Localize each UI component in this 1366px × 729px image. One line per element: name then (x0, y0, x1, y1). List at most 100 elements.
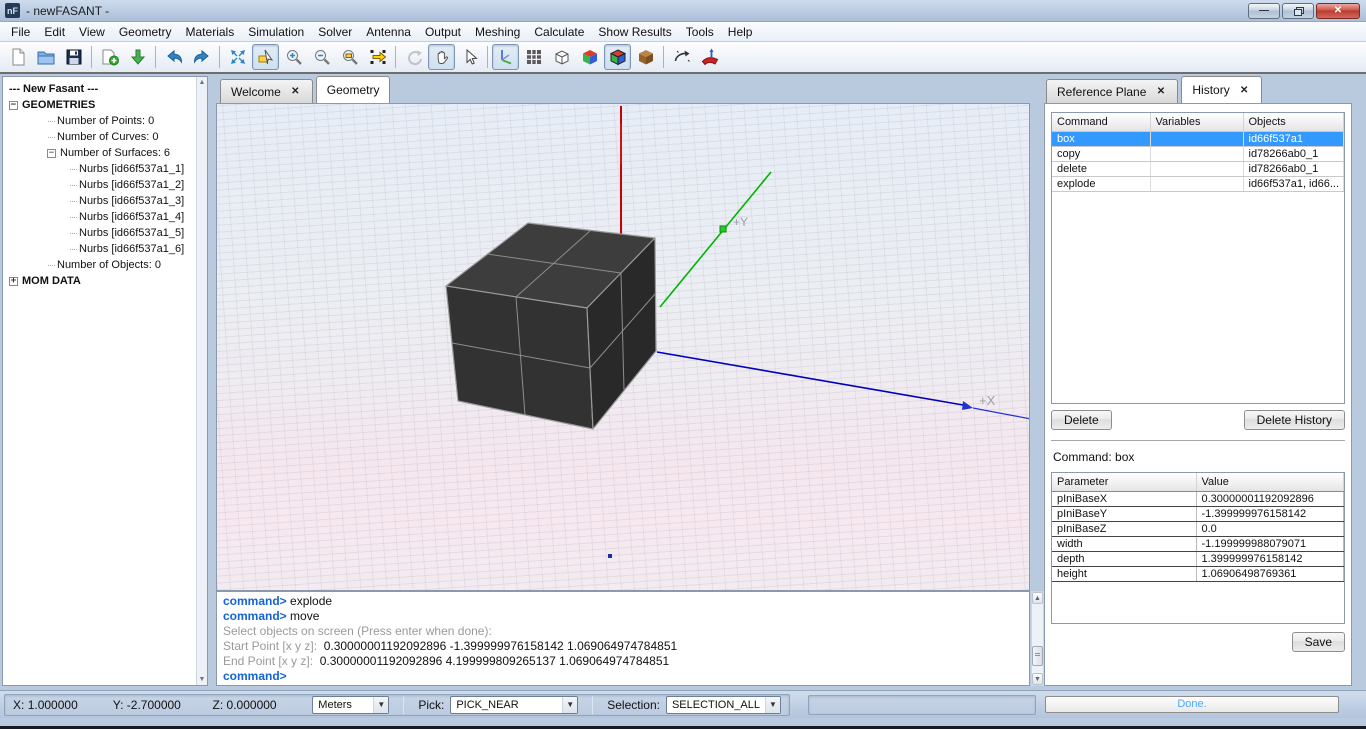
zoom-in-icon[interactable] (280, 44, 307, 70)
menu-output[interactable]: Output (418, 23, 468, 41)
tree-node-curves[interactable]: ····Number of Curves: 0 (47, 129, 205, 145)
history-col-objects[interactable]: Objects (1243, 113, 1344, 132)
zoom-fit-icon[interactable] (224, 44, 251, 70)
expand-icon[interactable]: + (9, 277, 18, 286)
menu-antenna[interactable]: Antenna (359, 23, 418, 41)
axis-y-handle[interactable] (720, 226, 726, 232)
tree-node-points[interactable]: ····Number of Points: 0 (47, 113, 205, 129)
save-icon[interactable] (60, 44, 87, 70)
param-row[interactable]: height1.06906498769361 (1052, 567, 1344, 582)
menu-show-results[interactable]: Show Results (591, 23, 678, 41)
tree-node-nurbs-2[interactable]: ····Nurbs [id66f537a1_2] (69, 177, 205, 193)
console-line: Select objects on screen (Press enter wh… (223, 624, 1023, 639)
redo-icon[interactable] (188, 44, 215, 70)
reference-plane-icon[interactable] (696, 44, 723, 70)
collapse-icon[interactable]: − (47, 149, 56, 158)
tree-node-nurbs-4[interactable]: ····Nurbs [id66f537a1_4] (69, 209, 205, 225)
undo-icon[interactable] (160, 44, 187, 70)
tree-node-objects[interactable]: ····Number of Objects: 0 (47, 257, 205, 273)
param-col-value[interactable]: Value (1196, 473, 1344, 492)
param-row[interactable]: pIniBaseZ0.0 (1052, 522, 1344, 537)
zoom-window-icon[interactable] (336, 44, 363, 70)
units-dropdown[interactable]: Meters▼ (312, 696, 389, 714)
menu-meshing[interactable]: Meshing (468, 23, 527, 41)
pick-dropdown[interactable]: PICK_NEAR▼ (450, 696, 578, 714)
menu-tools[interactable]: Tools (679, 23, 721, 41)
console-scrollbar[interactable]: ▲ ▼ (1031, 591, 1044, 686)
scroll-down-icon[interactable]: ▼ (199, 676, 206, 683)
view-shaded-edges-icon[interactable] (604, 44, 631, 70)
history-row-explode[interactable]: explodeid66f537a1, id66... (1052, 177, 1344, 192)
tree-node-nurbs-3[interactable]: ····Nurbs [id66f537a1_3] (69, 193, 205, 209)
viewport-3d[interactable]: +Y +X (216, 103, 1030, 591)
history-row-copy[interactable]: copyid78266ab0_1 (1052, 147, 1344, 162)
delete-history-button[interactable]: Delete History (1244, 410, 1345, 430)
close-tab-icon[interactable]: ✕ (1154, 85, 1167, 98)
zoom-out-icon[interactable] (308, 44, 335, 70)
zoom-pointer-icon[interactable] (252, 44, 279, 70)
tree-node-nurbs-6[interactable]: ····Nurbs [id66f537a1_6] (69, 241, 205, 257)
show-grid-icon[interactable] (520, 44, 547, 70)
parameter-table: Parameter Value pIniBaseX0.3000000119209… (1052, 473, 1344, 582)
history-col-variables[interactable]: Variables (1150, 113, 1243, 132)
toolbar-separator (663, 46, 664, 68)
menu-calculate[interactable]: Calculate (527, 23, 591, 41)
param-row[interactable]: pIniBaseY-1.399999976158142 (1052, 507, 1344, 522)
delete-button[interactable]: Delete (1051, 410, 1112, 430)
param-row[interactable]: depth1.399999976158142 (1052, 552, 1344, 567)
command-console[interactable]: command> explode command> move Select ob… (216, 591, 1030, 686)
pan-hand-icon[interactable] (428, 44, 455, 70)
close-button[interactable]: ✕ (1316, 3, 1360, 19)
tab-welcome[interactable]: Welcome ✕ (220, 79, 313, 103)
tree-root[interactable]: --- New Fasant --- (9, 81, 205, 97)
param-row[interactable]: pIniBaseX0.30000001192092896 (1052, 492, 1344, 507)
scroll-down-icon[interactable]: ▼ (1032, 673, 1043, 685)
move-to-point-icon[interactable] (364, 44, 391, 70)
menu-file[interactable]: File (4, 23, 37, 41)
menu-geometry[interactable]: Geometry (112, 23, 179, 41)
menu-solver[interactable]: Solver (311, 23, 359, 41)
view-wireframe-icon[interactable] (548, 44, 575, 70)
close-tab-icon[interactable]: ✕ (289, 85, 302, 98)
history-row-delete[interactable]: deleteid78266ab0_1 (1052, 162, 1344, 177)
tab-history[interactable]: History ✕ (1181, 76, 1261, 103)
console-prompt-line[interactable]: command> (223, 669, 1023, 684)
history-col-command[interactable]: Command (1052, 113, 1150, 132)
tree-scrollbar[interactable]: ▲▼ (196, 77, 207, 685)
menu-view[interactable]: View (72, 23, 112, 41)
scroll-up-icon[interactable]: ▲ (1032, 592, 1043, 604)
selection-dropdown[interactable]: SELECTION_ALL▼ (666, 696, 781, 714)
minimize-button[interactable]: — (1248, 3, 1280, 19)
import-icon[interactable] (124, 44, 151, 70)
new-file-icon[interactable] (4, 44, 31, 70)
param-col-parameter[interactable]: Parameter (1052, 473, 1196, 492)
scroll-up-icon[interactable]: ▲ (199, 79, 206, 86)
menu-materials[interactable]: Materials (179, 23, 242, 41)
view-shaded-icon[interactable] (576, 44, 603, 70)
tab-reference-plane[interactable]: Reference Plane ✕ (1046, 79, 1178, 103)
menu-simulation[interactable]: Simulation (241, 23, 311, 41)
menu-edit[interactable]: Edit (37, 23, 72, 41)
view-solid-icon[interactable] (632, 44, 659, 70)
tree-node-surfaces[interactable]: −Number of Surfaces: 6 (47, 145, 205, 161)
new-project-plus-icon[interactable] (96, 44, 123, 70)
close-tab-icon[interactable]: ✕ (1238, 84, 1251, 97)
restore-button[interactable] (1282, 3, 1314, 19)
tree-node-geometries[interactable]: −GEOMETRIES (9, 97, 205, 113)
tree-node-mom-data[interactable]: +MOM DATA (9, 273, 205, 289)
param-row[interactable]: width-1.199999988079071 (1052, 537, 1344, 552)
rotate-arc-icon[interactable] (668, 44, 695, 70)
select-cursor-icon[interactable] (456, 44, 483, 70)
show-axes-icon[interactable] (492, 44, 519, 70)
save-button[interactable]: Save (1292, 632, 1345, 652)
open-folder-icon[interactable] (32, 44, 59, 70)
collapse-icon[interactable]: − (9, 101, 18, 110)
tree-node-nurbs-5[interactable]: ····Nurbs [id66f537a1_5] (69, 225, 205, 241)
history-row-box[interactable]: boxid66f537a1 (1052, 132, 1344, 147)
menu-help[interactable]: Help (721, 23, 760, 41)
scrollbar-thumb[interactable] (1032, 646, 1043, 666)
tree-node-nurbs-1[interactable]: ····Nurbs [id66f537a1_1] (69, 161, 205, 177)
reference-point[interactable] (608, 554, 612, 558)
cube-object[interactable] (446, 223, 656, 429)
tab-geometry[interactable]: Geometry (316, 76, 391, 103)
